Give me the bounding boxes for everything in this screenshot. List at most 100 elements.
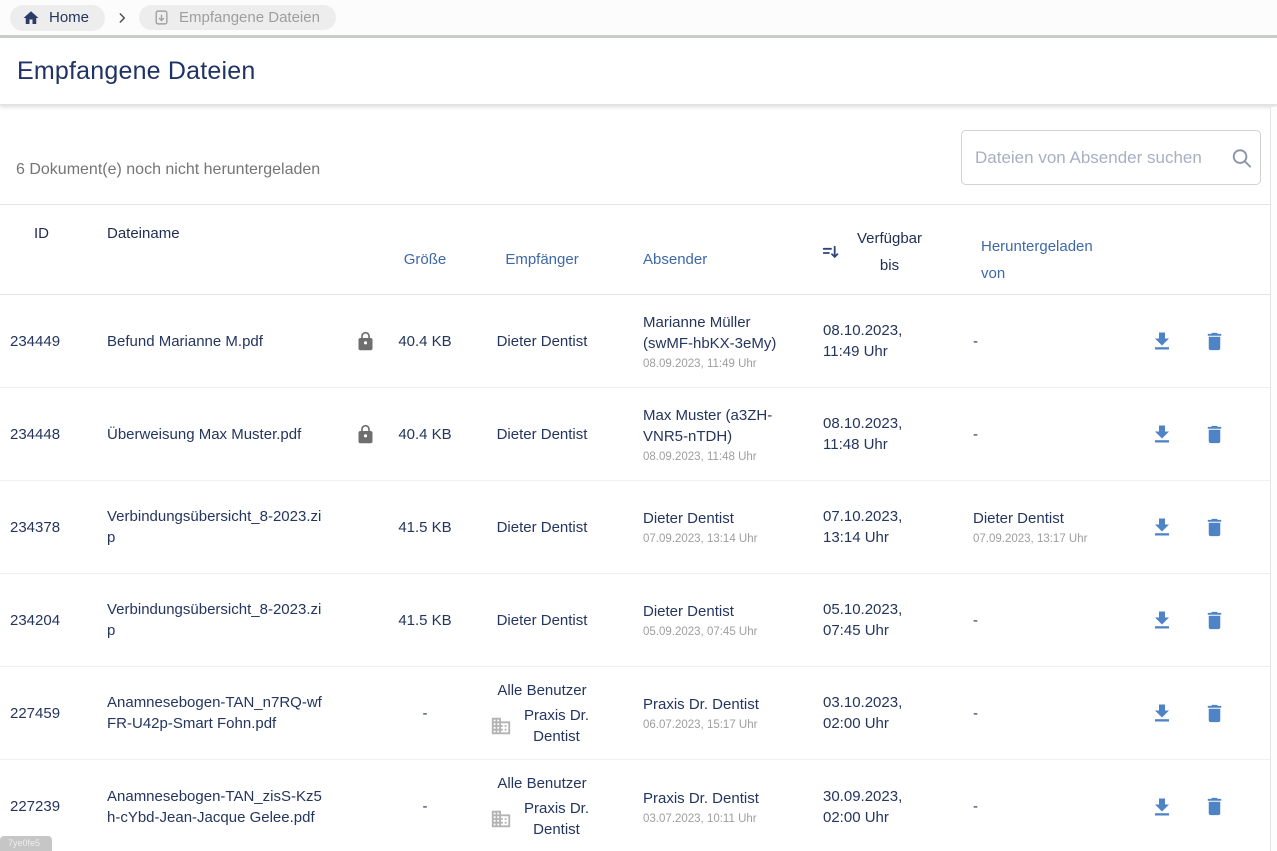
sender-name: Dieter Dentist bbox=[643, 601, 778, 622]
table-row: 234448 Überweisung Max Muster.pdf 40.4 K… bbox=[0, 388, 1277, 481]
file-id: 234204 bbox=[0, 610, 96, 631]
breadcrumb-home[interactable]: Home bbox=[10, 5, 105, 31]
file-id: 227239 bbox=[0, 796, 96, 817]
files-table: ID Dateiname Größe Empfänger Absender Ve… bbox=[0, 204, 1277, 851]
table-row: 234449 Befund Marianne M.pdf 40.4 KB Die… bbox=[0, 295, 1277, 388]
scrollbar-track[interactable] bbox=[1270, 107, 1277, 851]
chevron-right-icon bbox=[115, 11, 129, 25]
file-download-icon bbox=[153, 9, 170, 26]
sender-date: 08.09.2023, 11:48 Uhr bbox=[643, 450, 778, 464]
download-button[interactable] bbox=[1150, 701, 1174, 725]
download-button[interactable] bbox=[1150, 795, 1174, 819]
file-name: Überweisung Max Muster.pdf bbox=[96, 418, 346, 451]
file-name: Verbindungsübersicht_8-2023.zip bbox=[96, 500, 346, 554]
downloaded-by: - bbox=[948, 610, 1110, 631]
downloaded-by: - bbox=[948, 331, 1110, 352]
sender-date: 03.07.2023, 10:11 Uhr bbox=[643, 812, 778, 826]
recipient-org: Praxis Dr. Dentist bbox=[519, 705, 595, 747]
downloaded-date: 07.09.2023, 13:17 Uhr bbox=[973, 532, 1100, 546]
sender-name: Dieter Dentist bbox=[643, 508, 778, 529]
recipient: Dieter Dentist bbox=[466, 517, 618, 538]
sort-descending-icon[interactable] bbox=[820, 242, 841, 263]
delete-button[interactable] bbox=[1203, 795, 1226, 818]
file-name: Verbindungsübersicht_8-2023.zip bbox=[96, 593, 346, 647]
breadcrumb: Home Empfangene Dateien bbox=[0, 0, 1277, 38]
page-title: Empfangene Dateien bbox=[17, 57, 256, 86]
header-id: ID bbox=[0, 205, 96, 294]
lock-icon bbox=[355, 424, 376, 445]
recipient-all-users: Alle Benutzer bbox=[497, 773, 586, 794]
available-until: 03.10.2023, 02:00 Uhr bbox=[798, 692, 948, 734]
building-icon bbox=[490, 715, 512, 737]
downloaded-by: - bbox=[948, 703, 1110, 724]
corner-badge: 7ye0fe5 bbox=[0, 836, 52, 851]
delete-button[interactable] bbox=[1203, 609, 1226, 632]
header-recipient[interactable]: Empfänger bbox=[466, 205, 618, 294]
recipient: Dieter Dentist bbox=[466, 610, 618, 631]
sender-name: Praxis Dr. Dentist bbox=[643, 788, 778, 809]
sender-name: Marianne Müller (swMF-hbKX-3eMy) bbox=[643, 312, 778, 354]
sender-name: Max Muster (a3ZH-VNR5-nTDH) bbox=[643, 405, 778, 447]
search-box bbox=[961, 130, 1261, 185]
downloaded-by: - bbox=[948, 424, 1110, 445]
recipient-all-users: Alle Benutzer bbox=[497, 680, 586, 701]
recipient: Dieter Dentist bbox=[466, 424, 618, 445]
search-input[interactable] bbox=[961, 130, 1261, 185]
search-icon[interactable] bbox=[1230, 146, 1253, 169]
delete-button[interactable] bbox=[1203, 516, 1226, 539]
file-id: 234378 bbox=[0, 517, 96, 538]
file-size: 40.4 KB bbox=[384, 331, 466, 352]
file-name: Anamnesebogen-TAN_zisS-Kz5h-cYbd-Jean-Ja… bbox=[96, 780, 346, 834]
delete-button[interactable] bbox=[1203, 330, 1226, 353]
delete-button[interactable] bbox=[1203, 423, 1226, 446]
lock-icon bbox=[355, 331, 376, 352]
file-name: Befund Marianne M.pdf bbox=[96, 325, 346, 358]
file-size: 41.5 KB bbox=[384, 610, 466, 631]
file-id: 234448 bbox=[0, 424, 96, 445]
table-row: 227239 Anamnesebogen-TAN_zisS-Kz5h-cYbd-… bbox=[0, 760, 1277, 851]
recipient-org: Praxis Dr. Dentist bbox=[519, 798, 595, 840]
file-name: Anamnesebogen-TAN_n7RQ-wfFR-U42p-Smart F… bbox=[96, 686, 346, 740]
file-id: 234449 bbox=[0, 331, 96, 352]
sender-date: 06.07.2023, 15:17 Uhr bbox=[643, 718, 778, 732]
file-size: - bbox=[384, 796, 466, 817]
available-until: 05.10.2023, 07:45 Uhr bbox=[798, 599, 948, 641]
header-filename: Dateiname bbox=[96, 205, 346, 294]
downloaded-by: Dieter Dentist bbox=[973, 508, 1100, 529]
file-size: 40.4 KB bbox=[384, 424, 466, 445]
sender-date: 07.09.2023, 13:14 Uhr bbox=[643, 532, 778, 546]
building-icon bbox=[490, 808, 512, 830]
header-downloaded-by-label: Heruntergeladen von bbox=[981, 233, 1106, 287]
breadcrumb-current-label: Empfangene Dateien bbox=[179, 9, 320, 26]
downloaded-by: - bbox=[948, 796, 1110, 817]
recipient: Dieter Dentist bbox=[466, 331, 618, 352]
toolbar: 6 Dokument(e) noch nicht heruntergeladen bbox=[0, 105, 1277, 185]
header-downloaded-by[interactable]: Heruntergeladen von bbox=[948, 205, 1110, 294]
available-until: 08.10.2023, 11:49 Uhr bbox=[798, 320, 948, 362]
file-size: 41.5 KB bbox=[384, 517, 466, 538]
home-icon bbox=[22, 9, 40, 27]
delete-button[interactable] bbox=[1203, 702, 1226, 725]
header-sender[interactable]: Absender bbox=[618, 205, 798, 294]
sender-date: 08.09.2023, 11:49 Uhr bbox=[643, 357, 778, 371]
download-button[interactable] bbox=[1150, 422, 1174, 446]
file-size: - bbox=[384, 703, 466, 724]
table-row: 227459 Anamnesebogen-TAN_n7RQ-wfFR-U42p-… bbox=[0, 667, 1277, 760]
table-row: 234378 Verbindungsübersicht_8-2023.zip 4… bbox=[0, 481, 1277, 574]
table-header-row: ID Dateiname Größe Empfänger Absender Ve… bbox=[0, 205, 1277, 295]
table-row: 234204 Verbindungsübersicht_8-2023.zip 4… bbox=[0, 574, 1277, 667]
file-id: 227459 bbox=[0, 703, 96, 724]
header-size[interactable]: Größe bbox=[384, 205, 466, 294]
available-until: 07.10.2023, 13:14 Uhr bbox=[798, 506, 948, 548]
status-text: 6 Dokument(e) noch nicht heruntergeladen bbox=[16, 161, 320, 179]
download-button[interactable] bbox=[1150, 329, 1174, 353]
download-button[interactable] bbox=[1150, 608, 1174, 632]
title-bar: Empfangene Dateien bbox=[0, 38, 1277, 105]
header-available-until[interactable]: Verfügbar bis bbox=[798, 205, 948, 294]
breadcrumb-current[interactable]: Empfangene Dateien bbox=[139, 5, 336, 30]
download-button[interactable] bbox=[1150, 515, 1174, 539]
sender-date: 05.09.2023, 07:45 Uhr bbox=[643, 625, 778, 639]
breadcrumb-home-label: Home bbox=[49, 9, 89, 26]
available-until: 30.09.2023, 02:00 Uhr bbox=[798, 786, 948, 828]
sender-name: Praxis Dr. Dentist bbox=[643, 694, 778, 715]
